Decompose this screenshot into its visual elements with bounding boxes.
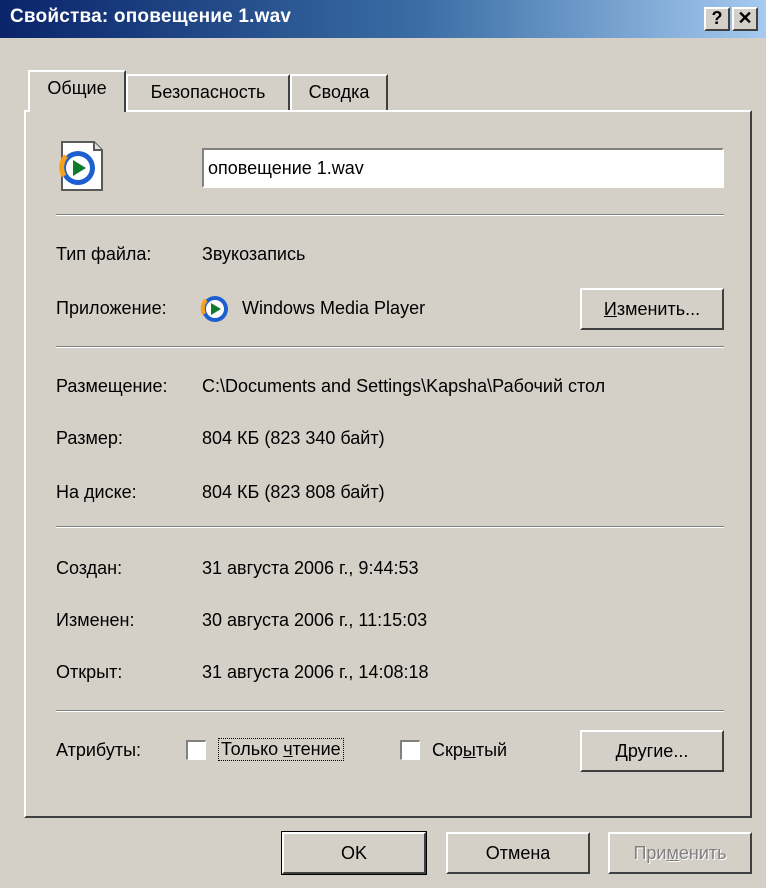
size-value: 804 КБ (823 340 байт) <box>202 428 385 448</box>
tab-general[interactable]: Общие <box>28 70 126 112</box>
hidden-checkbox[interactable] <box>400 740 420 760</box>
readonly-accel: ч <box>283 739 293 759</box>
other-attributes-button[interactable]: Другие... <box>580 730 724 772</box>
apply-text-pre: При <box>633 843 667 863</box>
modified-value: 30 августа 2006 г., 11:15:03 <box>202 610 428 630</box>
change-accel: И <box>603 299 617 319</box>
file-name-input[interactable] <box>202 148 724 188</box>
title-bar[interactable]: Свойства: оповещение 1.wav ? ✕ <box>0 0 766 38</box>
change-text: зменить... <box>616 299 701 319</box>
size-label: Размер: <box>56 428 123 448</box>
readonly-checkbox[interactable] <box>186 740 206 760</box>
hidden-text-post: тый <box>475 740 508 760</box>
close-button[interactable]: ✕ <box>732 7 758 31</box>
apply-text-post: енить <box>678 843 727 863</box>
separator <box>56 346 724 348</box>
attributes-label: Атрибуты: <box>56 740 142 760</box>
hidden-text-pre: Скр <box>432 740 463 760</box>
change-button[interactable]: Изменить... <box>580 288 724 330</box>
apply-button[interactable]: Применить <box>608 832 752 874</box>
disk-size-value: 804 КБ (823 808 байт) <box>202 482 385 502</box>
application-label: Приложение: <box>56 298 167 318</box>
tab-security[interactable]: Безопасность <box>126 74 290 110</box>
window-title: Свойства: оповещение 1.wav <box>10 6 292 27</box>
readonly-label[interactable]: Только чтение <box>218 738 344 761</box>
readonly-text-post: тение <box>292 739 341 759</box>
application-value: Windows Media Player <box>242 298 426 318</box>
separator <box>56 710 724 712</box>
separator <box>56 526 724 528</box>
other-accel: Д <box>615 741 628 761</box>
created-value: 31 августа 2006 г., 9:44:53 <box>202 558 419 578</box>
windows-media-player-icon <box>200 294 230 324</box>
readonly-text-pre: Только <box>221 739 284 759</box>
cancel-button[interactable]: Отмена <box>446 832 590 874</box>
location-value: C:\Documents and Settings\Kapsha\Рабочий… <box>202 376 606 396</box>
file-type-label: Тип файла: <box>56 244 152 264</box>
opened-value: 31 августа 2006 г., 14:08:18 <box>202 662 429 682</box>
modified-label: Изменен: <box>56 610 135 630</box>
separator <box>56 214 724 216</box>
hidden-accel: ы <box>462 740 476 760</box>
apply-accel: м <box>666 843 679 863</box>
hidden-label[interactable]: Скрытый <box>432 740 507 761</box>
help-button[interactable]: ? <box>704 7 730 31</box>
file-type-value: Звукозапись <box>202 244 306 264</box>
media-file-icon <box>54 140 108 192</box>
other-text: ругие... <box>627 741 689 761</box>
ok-button[interactable]: OK <box>281 831 427 875</box>
opened-label: Открыт: <box>56 662 123 682</box>
tab-summary[interactable]: Сводка <box>290 74 388 110</box>
created-label: Создан: <box>56 558 123 578</box>
location-label: Размещение: <box>56 376 168 396</box>
disk-size-label: На диске: <box>56 482 137 502</box>
properties-dialog: Свойства: оповещение 1.wav ? ✕ Общие Без… <box>0 0 766 888</box>
